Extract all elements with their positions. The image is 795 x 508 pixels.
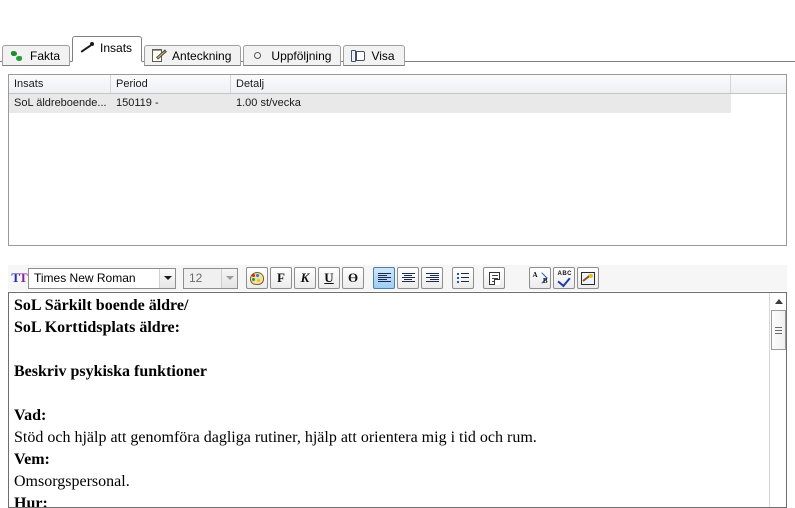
cell-period: 150119 -	[116, 97, 159, 109]
wand-icon	[581, 271, 595, 285]
editor-line: SoL Korttidsplats äldre:	[14, 319, 180, 336]
scrollbar-track[interactable]	[771, 350, 785, 507]
underline-label: U	[324, 270, 334, 285]
tab-uppfoljning[interactable]: Uppföljning	[243, 45, 342, 66]
cell-insats: SoL äldreboende...	[14, 97, 107, 109]
chevron-down-icon[interactable]	[159, 268, 175, 288]
tab-strip: Fakta Insats Anteckning Uppföljning Visa	[0, 36, 795, 66]
italic-label: K	[300, 270, 310, 285]
tab-label: Fakta	[30, 48, 61, 63]
bold-label: F	[277, 270, 285, 285]
tab-label: Uppföljning	[271, 48, 332, 63]
rich-text-editor[interactable]: SoL Särkilt boende äldre/ SoL Korttidspl…	[8, 292, 787, 508]
cell-detalj: 1.00 st/vecka	[236, 97, 301, 109]
font-family-select[interactable]: Times New Roman	[28, 267, 176, 289]
bold-button[interactable]: F	[270, 267, 292, 289]
formatting-toolbar: TT Times New Roman 12 F K U Ө A B ABC	[8, 265, 787, 291]
editor-content[interactable]: SoL Särkilt boende äldre/ SoL Korttidspl…	[9, 293, 769, 507]
italic-button[interactable]: K	[294, 267, 316, 289]
editor-line-blank	[14, 339, 765, 361]
align-left-button[interactable]	[373, 267, 395, 289]
globe-icon	[9, 48, 25, 64]
editor-line: Stöd och hjälp att genomföra dagliga rut…	[14, 429, 537, 446]
align-right-icon	[425, 272, 439, 284]
bullet-list-icon	[456, 272, 470, 284]
tab-label: Insats	[100, 41, 133, 55]
find-replace-button[interactable]: AB	[529, 267, 551, 289]
font-icon: TT	[11, 270, 27, 285]
align-center-icon	[401, 272, 415, 284]
tab-label: Anteckning	[172, 48, 232, 63]
a-to-b-icon: AB	[532, 271, 548, 285]
strikethrough-button[interactable]: Ө	[342, 267, 364, 289]
column-header-period[interactable]: Period	[111, 75, 231, 93]
toolbar-gap	[444, 278, 451, 279]
editor-line: Vad:	[14, 407, 47, 424]
toolbar-gap	[238, 278, 245, 279]
scrollbar-thumb[interactable]	[771, 310, 786, 350]
font-size-select[interactable]: 12	[183, 267, 238, 289]
palette-icon	[250, 271, 264, 285]
notepad-pencil-icon	[151, 48, 167, 64]
font-size-value: 12	[189, 270, 203, 285]
tab-insats[interactable]: Insats	[72, 36, 143, 62]
font-color-button[interactable]	[246, 267, 268, 289]
toolbar-gap	[365, 278, 372, 279]
color-wheel-icon	[250, 48, 266, 64]
abc-check-icon: ABC	[556, 271, 572, 288]
font-family-value: Times New Roman	[34, 270, 136, 285]
editor-line: Vem:	[14, 451, 50, 468]
template-wand-button[interactable]	[577, 267, 599, 289]
application-window: Fakta Insats Anteckning Uppföljning Visa	[0, 0, 795, 508]
insert-page-button[interactable]	[483, 267, 505, 289]
editor-line: SoL Särkilt boende äldre/	[14, 297, 189, 314]
editor-line: Beskriv psykiska funktioner	[14, 363, 207, 380]
align-left-icon	[377, 272, 391, 284]
editor-vertical-scrollbar[interactable]	[769, 293, 786, 507]
toolbar-gap	[475, 278, 482, 279]
strikethrough-label: Ө	[347, 270, 359, 285]
chevron-down-icon[interactable]	[221, 268, 237, 288]
tab-list: Fakta Insats Anteckning Uppföljning Visa	[2, 36, 407, 66]
tab-label: Visa	[371, 48, 395, 63]
insats-grid[interactable]: Insats Period Detalj SoL äldreboende... …	[8, 74, 787, 246]
spellcheck-button[interactable]: ABC	[553, 267, 575, 289]
cell-extra	[731, 94, 786, 113]
editor-line: Omsorgspersonal.	[14, 473, 130, 490]
column-header-insats[interactable]: Insats	[9, 75, 111, 93]
toolbar-gap	[506, 278, 528, 279]
table-row[interactable]: SoL äldreboende... 150119 - 1.00 st/veck…	[9, 94, 786, 113]
underline-button[interactable]: U	[318, 267, 340, 289]
book-icon	[350, 48, 366, 64]
scroll-up-button[interactable]	[770, 293, 786, 309]
document-icon	[488, 271, 500, 285]
column-header-detalj[interactable]: Detalj	[231, 75, 731, 93]
editor-line-blank	[14, 383, 765, 405]
pen-icon	[79, 40, 95, 56]
tab-fakta[interactable]: Fakta	[2, 45, 71, 66]
grid-header-row: Insats Period Detalj	[9, 75, 786, 94]
bullet-list-button[interactable]	[452, 267, 474, 289]
toolbar-gap	[176, 278, 183, 279]
tab-anteckning[interactable]: Anteckning	[144, 45, 242, 66]
align-right-button[interactable]	[421, 267, 443, 289]
editor-line: Hur:	[14, 495, 48, 507]
align-center-button[interactable]	[397, 267, 419, 289]
tab-visa[interactable]: Visa	[343, 45, 405, 66]
column-header-extra[interactable]	[731, 75, 786, 93]
